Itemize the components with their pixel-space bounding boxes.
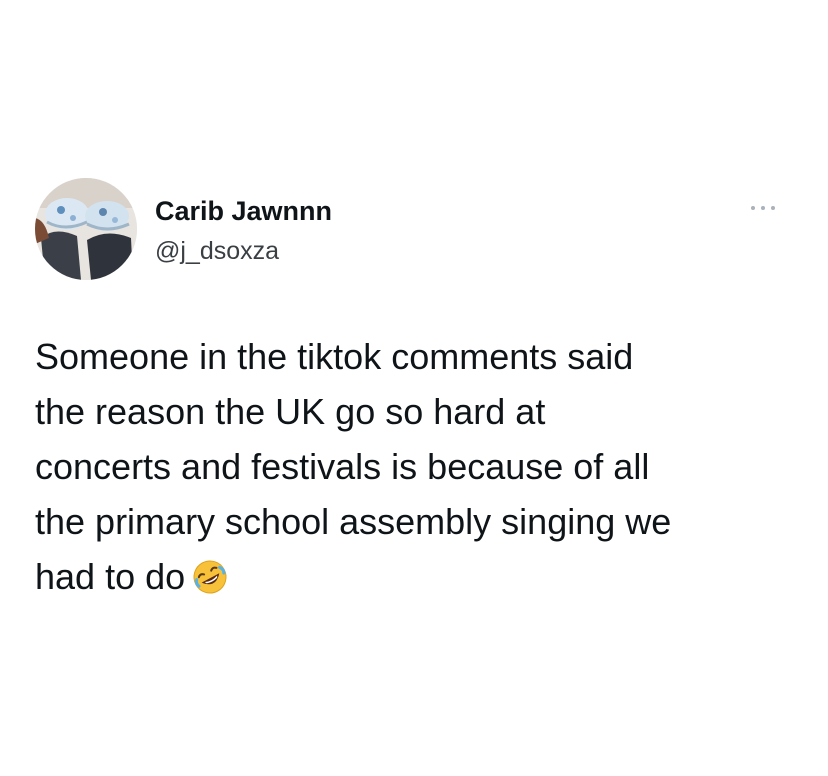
tweet-text-line-end: had to do [35, 556, 186, 597]
avatar-photo-icon [35, 178, 137, 280]
tweet-card: Carib Jawnnn @j_dsoxza Someone in the ti… [0, 0, 828, 776]
tweet-text-last-line: had to do [35, 549, 805, 604]
author-display-name[interactable]: Carib Jawnnn [155, 195, 332, 227]
avatar[interactable] [35, 178, 137, 280]
tweet-text-line: the primary school assembly singing we [35, 501, 672, 542]
more-options-button[interactable] [745, 196, 781, 220]
rolling-laughing-emoji-icon [191, 558, 229, 596]
tweet-text: Someone in the tiktok comments said the … [35, 329, 805, 604]
tweet-text-line: concerts and festivals is because of all [35, 446, 650, 487]
tweet-text-line: Someone in the tiktok comments said [35, 336, 634, 377]
author-handle[interactable]: @j_dsoxza [155, 236, 279, 266]
more-dots-icon [751, 206, 775, 210]
tweet-text-line: the reason the UK go so hard at [35, 391, 546, 432]
